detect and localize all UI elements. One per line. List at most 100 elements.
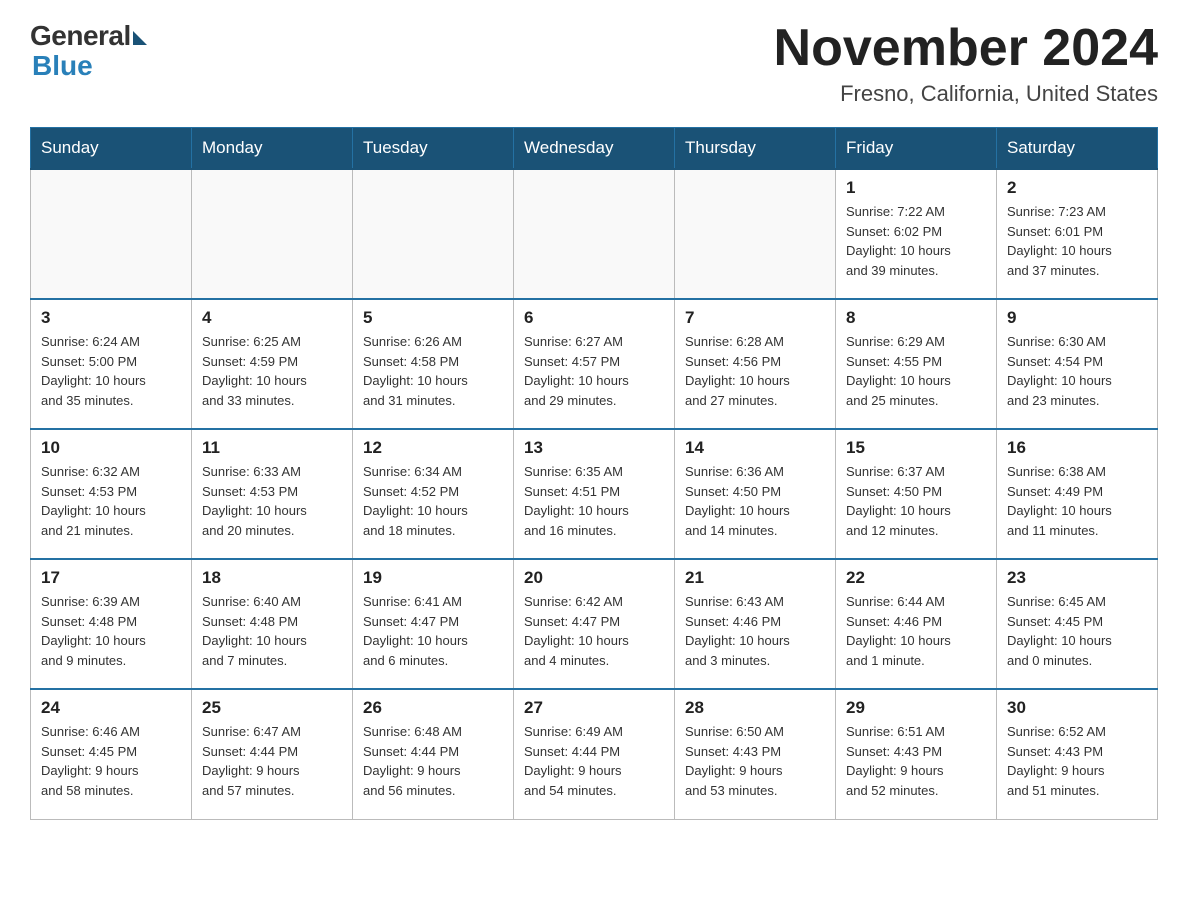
day-info: Sunrise: 6:27 AMSunset: 4:57 PMDaylight:… xyxy=(524,332,664,410)
day-number: 28 xyxy=(685,698,825,718)
calendar-cell: 27Sunrise: 6:49 AMSunset: 4:44 PMDayligh… xyxy=(514,689,675,819)
calendar-week-2: 3 Sunrise: 6:24 AMSunset: 5:00 PMDaylight… xyxy=(31,299,1158,429)
weekday-header-row: SundayMondayTuesdayWednesdayThursdayFrid… xyxy=(31,128,1158,170)
day-info: Sunrise: 6:39 AMSunset: 4:48 PMDaylight:… xyxy=(41,592,181,670)
calendar-cell: 20Sunrise: 6:42 AMSunset: 4:47 PMDayligh… xyxy=(514,559,675,689)
day-number: 3 xyxy=(41,308,181,328)
calendar-week-1: 1 Sunrise: 7:22 AMSunset: 6:02 PMDaylight… xyxy=(31,169,1158,299)
day-number: 21 xyxy=(685,568,825,588)
day-number: 15 xyxy=(846,438,986,458)
day-info: Sunrise: 7:23 AMSunset: 6:01 PMDaylight:… xyxy=(1007,202,1147,280)
day-number: 30 xyxy=(1007,698,1147,718)
location-text: Fresno, California, United States xyxy=(774,81,1158,107)
calendar-cell: 19 Sunrise: 6:41 AMSunset: 4:47 PMDayligh… xyxy=(353,559,514,689)
day-number: 24 xyxy=(41,698,181,718)
day-info: Sunrise: 6:33 AMSunset: 4:53 PMDaylight:… xyxy=(202,462,342,540)
day-info: Sunrise: 6:26 AMSunset: 4:58 PMDaylight:… xyxy=(363,332,503,410)
calendar-cell: 10Sunrise: 6:32 AMSunset: 4:53 PMDayligh… xyxy=(31,429,192,559)
day-info: Sunrise: 6:30 AMSunset: 4:54 PMDaylight:… xyxy=(1007,332,1147,410)
calendar-table: SundayMondayTuesdayWednesdayThursdayFrid… xyxy=(30,127,1158,820)
calendar-cell: 23 Sunrise: 6:45 AMSunset: 4:45 PMDayligh… xyxy=(997,559,1158,689)
calendar-cell xyxy=(192,169,353,299)
calendar-cell: 11 Sunrise: 6:33 AMSunset: 4:53 PMDayligh… xyxy=(192,429,353,559)
day-info: Sunrise: 6:48 AMSunset: 4:44 PMDaylight:… xyxy=(363,722,503,800)
day-number: 12 xyxy=(363,438,503,458)
day-number: 5 xyxy=(363,308,503,328)
logo-arrow-icon xyxy=(133,31,147,45)
day-number: 4 xyxy=(202,308,342,328)
weekday-header-sunday: Sunday xyxy=(31,128,192,170)
day-number: 18 xyxy=(202,568,342,588)
day-info: Sunrise: 6:45 AMSunset: 4:45 PMDaylight:… xyxy=(1007,592,1147,670)
calendar-cell: 17Sunrise: 6:39 AMSunset: 4:48 PMDayligh… xyxy=(31,559,192,689)
day-info: Sunrise: 6:51 AMSunset: 4:43 PMDaylight:… xyxy=(846,722,986,800)
day-number: 9 xyxy=(1007,308,1147,328)
day-number: 8 xyxy=(846,308,986,328)
day-info: Sunrise: 6:52 AMSunset: 4:43 PMDaylight:… xyxy=(1007,722,1147,800)
calendar-cell: 13Sunrise: 6:35 AMSunset: 4:51 PMDayligh… xyxy=(514,429,675,559)
logo-blue-text: Blue xyxy=(32,50,93,82)
weekday-header-monday: Monday xyxy=(192,128,353,170)
day-number: 16 xyxy=(1007,438,1147,458)
calendar-cell: 2 Sunrise: 7:23 AMSunset: 6:01 PMDaylight… xyxy=(997,169,1158,299)
calendar-cell: 5 Sunrise: 6:26 AMSunset: 4:58 PMDaylight… xyxy=(353,299,514,429)
calendar-cell: 12 Sunrise: 6:34 AMSunset: 4:52 PMDayligh… xyxy=(353,429,514,559)
day-number: 23 xyxy=(1007,568,1147,588)
day-number: 26 xyxy=(363,698,503,718)
day-number: 6 xyxy=(524,308,664,328)
day-info: Sunrise: 6:44 AMSunset: 4:46 PMDaylight:… xyxy=(846,592,986,670)
calendar-cell: 29 Sunrise: 6:51 AMSunset: 4:43 PMDayligh… xyxy=(836,689,997,819)
day-info: Sunrise: 6:38 AMSunset: 4:49 PMDaylight:… xyxy=(1007,462,1147,540)
calendar-cell xyxy=(31,169,192,299)
day-number: 19 xyxy=(363,568,503,588)
day-info: Sunrise: 6:32 AMSunset: 4:53 PMDaylight:… xyxy=(41,462,181,540)
calendar-cell: 21Sunrise: 6:43 AMSunset: 4:46 PMDayligh… xyxy=(675,559,836,689)
calendar-week-5: 24 Sunrise: 6:46 AMSunset: 4:45 PMDayligh… xyxy=(31,689,1158,819)
weekday-header-saturday: Saturday xyxy=(997,128,1158,170)
calendar-cell: 16 Sunrise: 6:38 AMSunset: 4:49 PMDayligh… xyxy=(997,429,1158,559)
day-info: Sunrise: 6:28 AMSunset: 4:56 PMDaylight:… xyxy=(685,332,825,410)
calendar-cell: 6 Sunrise: 6:27 AMSunset: 4:57 PMDaylight… xyxy=(514,299,675,429)
day-info: Sunrise: 6:46 AMSunset: 4:45 PMDaylight:… xyxy=(41,722,181,800)
day-number: 25 xyxy=(202,698,342,718)
calendar-cell: 4 Sunrise: 6:25 AMSunset: 4:59 PMDaylight… xyxy=(192,299,353,429)
weekday-header-thursday: Thursday xyxy=(675,128,836,170)
calendar-cell: 15 Sunrise: 6:37 AMSunset: 4:50 PMDayligh… xyxy=(836,429,997,559)
calendar-cell: 18 Sunrise: 6:40 AMSunset: 4:48 PMDayligh… xyxy=(192,559,353,689)
day-info: Sunrise: 6:41 AMSunset: 4:47 PMDaylight:… xyxy=(363,592,503,670)
logo-general-text: General xyxy=(30,20,131,52)
weekday-header-tuesday: Tuesday xyxy=(353,128,514,170)
calendar-cell: 25 Sunrise: 6:47 AMSunset: 4:44 PMDayligh… xyxy=(192,689,353,819)
day-number: 2 xyxy=(1007,178,1147,198)
calendar-cell: 24 Sunrise: 6:46 AMSunset: 4:45 PMDayligh… xyxy=(31,689,192,819)
day-info: Sunrise: 6:40 AMSunset: 4:48 PMDaylight:… xyxy=(202,592,342,670)
calendar-week-4: 17Sunrise: 6:39 AMSunset: 4:48 PMDayligh… xyxy=(31,559,1158,689)
weekday-header-wednesday: Wednesday xyxy=(514,128,675,170)
day-info: Sunrise: 6:29 AMSunset: 4:55 PMDaylight:… xyxy=(846,332,986,410)
day-number: 11 xyxy=(202,438,342,458)
calendar-cell: 3 Sunrise: 6:24 AMSunset: 5:00 PMDaylight… xyxy=(31,299,192,429)
day-info: Sunrise: 7:22 AMSunset: 6:02 PMDaylight:… xyxy=(846,202,986,280)
calendar-cell: 7Sunrise: 6:28 AMSunset: 4:56 PMDaylight… xyxy=(675,299,836,429)
calendar-cell: 8 Sunrise: 6:29 AMSunset: 4:55 PMDaylight… xyxy=(836,299,997,429)
day-info: Sunrise: 6:25 AMSunset: 4:59 PMDaylight:… xyxy=(202,332,342,410)
day-info: Sunrise: 6:34 AMSunset: 4:52 PMDaylight:… xyxy=(363,462,503,540)
calendar-cell: 26 Sunrise: 6:48 AMSunset: 4:44 PMDayligh… xyxy=(353,689,514,819)
day-number: 29 xyxy=(846,698,986,718)
calendar-week-3: 10Sunrise: 6:32 AMSunset: 4:53 PMDayligh… xyxy=(31,429,1158,559)
day-number: 1 xyxy=(846,178,986,198)
calendar-cell xyxy=(675,169,836,299)
calendar-cell: 28 Sunrise: 6:50 AMSunset: 4:43 PMDayligh… xyxy=(675,689,836,819)
day-info: Sunrise: 6:50 AMSunset: 4:43 PMDaylight:… xyxy=(685,722,825,800)
calendar-cell: 1 Sunrise: 7:22 AMSunset: 6:02 PMDaylight… xyxy=(836,169,997,299)
page-header: General Blue November 2024 Fresno, Calif… xyxy=(30,20,1158,107)
day-info: Sunrise: 6:47 AMSunset: 4:44 PMDaylight:… xyxy=(202,722,342,800)
calendar-cell xyxy=(514,169,675,299)
day-info: Sunrise: 6:37 AMSunset: 4:50 PMDaylight:… xyxy=(846,462,986,540)
month-title: November 2024 xyxy=(774,20,1158,77)
day-number: 22 xyxy=(846,568,986,588)
day-info: Sunrise: 6:24 AMSunset: 5:00 PMDaylight:… xyxy=(41,332,181,410)
day-number: 14 xyxy=(685,438,825,458)
calendar-cell xyxy=(353,169,514,299)
day-info: Sunrise: 6:36 AMSunset: 4:50 PMDaylight:… xyxy=(685,462,825,540)
